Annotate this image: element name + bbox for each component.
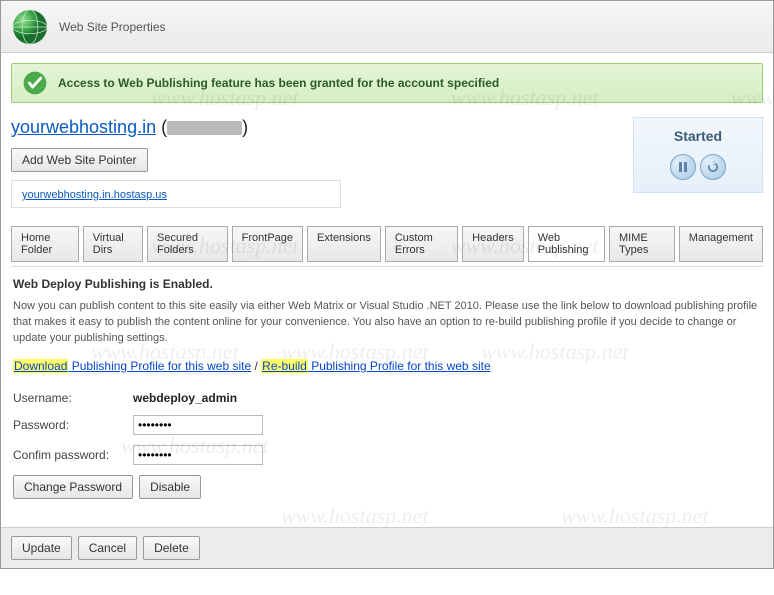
tab-extensions[interactable]: Extensions <box>307 226 381 262</box>
credentials-form: Username: webdeploy_admin Password: Conf… <box>13 391 761 499</box>
domain-row: yourwebhosting.in () Add Web Site Pointe… <box>11 117 763 208</box>
add-pointer-button[interactable]: Add Web Site Pointer <box>11 148 148 172</box>
pointer-list: yourwebhosting.in.hostasp.us <box>11 180 341 208</box>
status-panel: Started <box>633 117 763 193</box>
tab-frontpage[interactable]: FrontPage <box>232 226 303 262</box>
tab-custom-errors[interactable]: Custom Errors <box>385 226 458 262</box>
tab-secured-folders[interactable]: Secured Folders <box>147 226 228 262</box>
update-button[interactable]: Update <box>11 536 72 560</box>
domain-title: yourwebhosting.in () <box>11 117 633 138</box>
confirm-password-field[interactable] <box>133 445 263 465</box>
footer-bar: Update Cancel Delete <box>1 527 773 568</box>
pause-button[interactable] <box>670 154 696 180</box>
delete-button[interactable]: Delete <box>143 536 200 560</box>
window: Web Site Properties www.hostasp.net www.… <box>0 0 774 569</box>
username-label: Username: <box>13 391 133 405</box>
restart-icon <box>707 161 719 173</box>
tab-headers[interactable]: Headers <box>462 226 524 262</box>
success-alert: Access to Web Publishing feature has bee… <box>11 63 763 103</box>
password-label: Password: <box>13 418 133 432</box>
tab-web-publishing[interactable]: Web Publishing <box>528 226 605 262</box>
tab-home-folder[interactable]: Home Folder <box>11 226 79 262</box>
content: www.hostasp.net www.hostasp.net www.host… <box>1 53 773 527</box>
tab-management[interactable]: Management <box>679 226 763 262</box>
titlebar: Web Site Properties <box>1 1 773 53</box>
cancel-button[interactable]: Cancel <box>78 536 137 560</box>
password-field[interactable] <box>133 415 263 435</box>
check-icon <box>22 70 48 96</box>
masked-ip <box>167 121 242 135</box>
pause-icon <box>677 161 689 173</box>
window-title: Web Site Properties <box>59 20 166 34</box>
tab-body: Web Deploy Publishing is Enabled. Now yo… <box>11 266 763 527</box>
domain-link[interactable]: yourwebhosting.in <box>11 117 156 137</box>
restart-button[interactable] <box>700 154 726 180</box>
disable-button[interactable]: Disable <box>139 475 201 499</box>
alert-message: Access to Web Publishing feature has bee… <box>58 76 499 90</box>
tab-mime-types[interactable]: MIME Types <box>609 226 675 262</box>
confirm-password-label: Confim password: <box>13 448 133 462</box>
tabs: Home Folder Virtual Dirs Secured Folders… <box>11 226 763 262</box>
username-value: webdeploy_admin <box>133 391 237 405</box>
panel-heading: Web Deploy Publishing is Enabled. <box>13 277 761 291</box>
change-password-button[interactable]: Change Password <box>13 475 133 499</box>
globe-icon <box>9 6 51 48</box>
download-profile-link[interactable]: Download Publishing Profile for this web… <box>13 359 251 373</box>
pointer-link[interactable]: yourwebhosting.in.hostasp.us <box>22 189 167 201</box>
status-label: Started <box>640 128 756 144</box>
panel-body: Now you can publish content to this site… <box>13 299 761 347</box>
profile-links: Download Publishing Profile for this web… <box>13 359 761 373</box>
rebuild-profile-link[interactable]: Re-build Publishing Profile for this web… <box>261 359 490 373</box>
tab-virtual-dirs[interactable]: Virtual Dirs <box>83 226 143 262</box>
